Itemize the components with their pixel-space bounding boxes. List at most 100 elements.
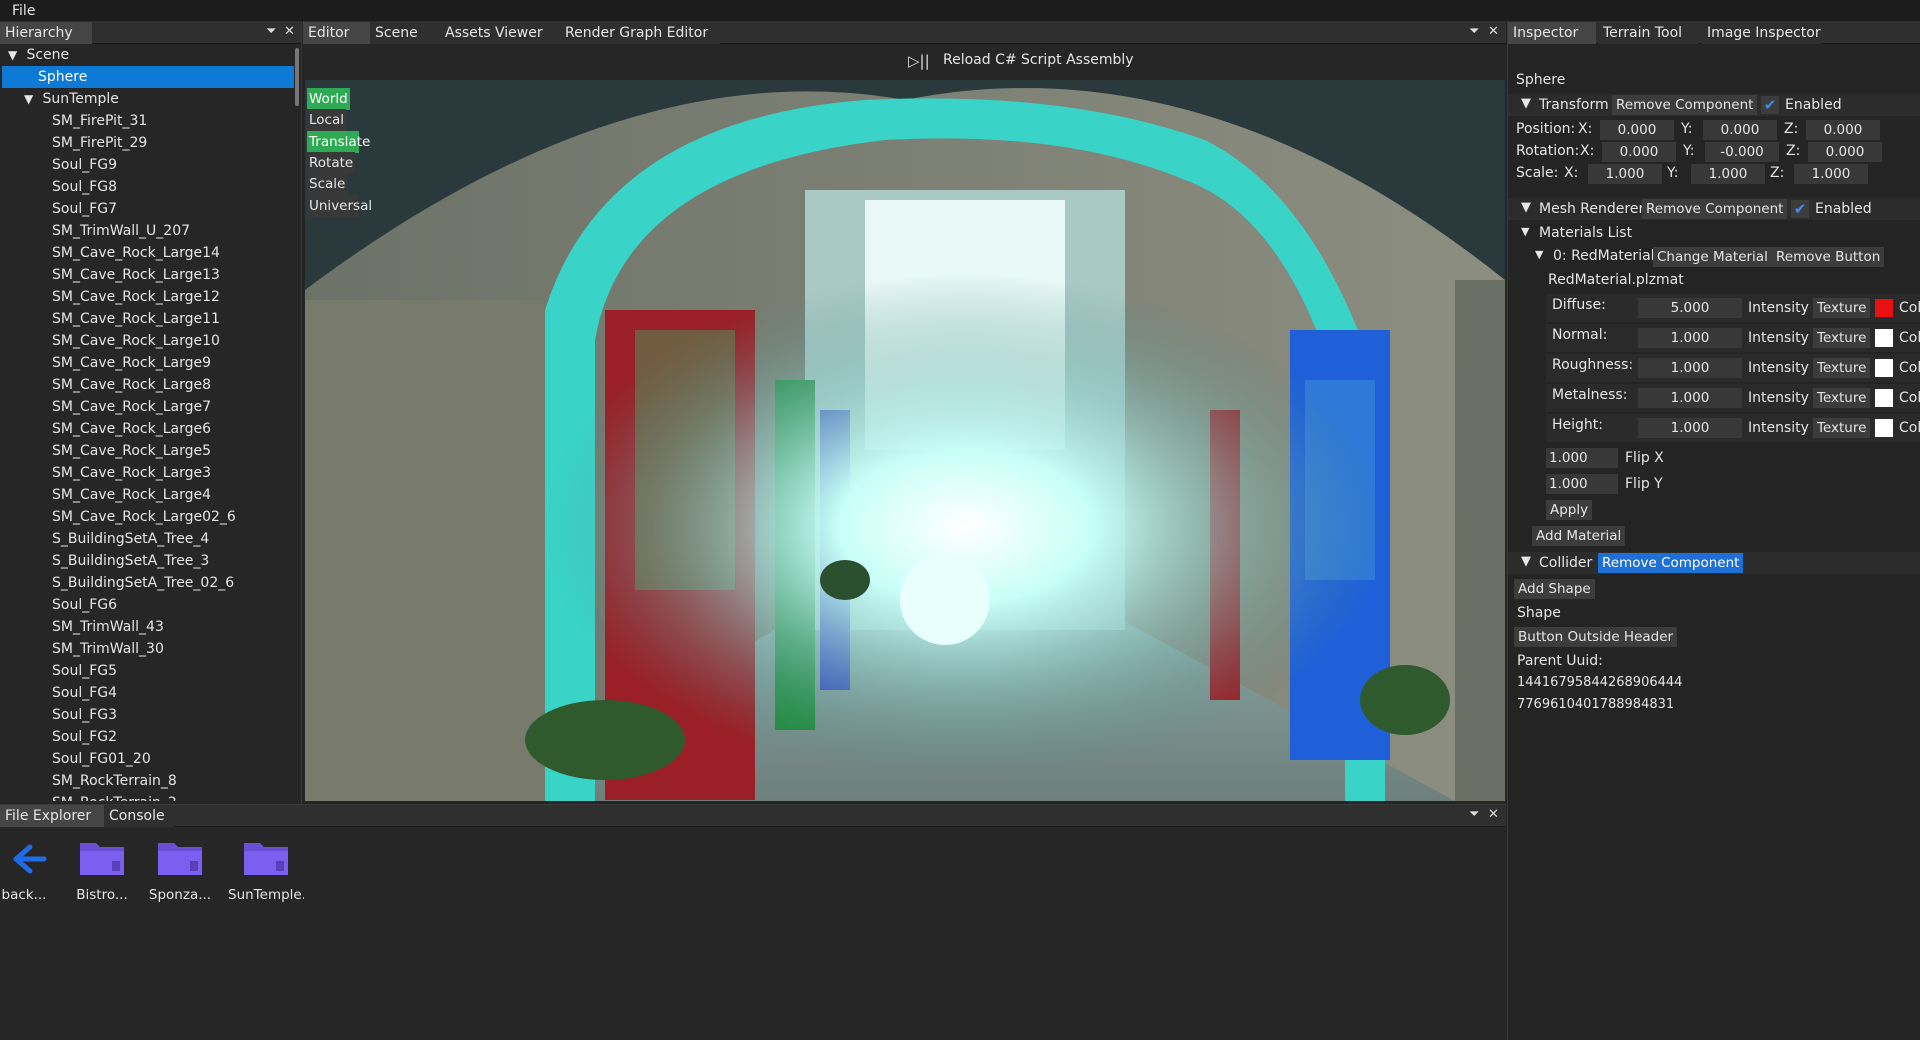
tree-item[interactable]: Soul_FG8 — [2, 176, 294, 198]
tab-inspector[interactable]: Inspector — [1508, 22, 1596, 44]
collapse-icon[interactable]: ▼ — [1521, 225, 1529, 238]
tab-hierarchy[interactable]: Hierarchy — [0, 22, 92, 44]
tree-item[interactable]: SM_Cave_Rock_Large8 — [2, 374, 294, 396]
transform-z-field[interactable]: 0.000 — [1808, 142, 1882, 162]
channel-value-field[interactable]: 1.000 — [1638, 418, 1742, 438]
tool-button-universal[interactable]: Universal — [307, 194, 372, 217]
reload-script-button[interactable]: Reload C# Script Assembly — [943, 52, 1134, 68]
folder-item[interactable]: Bistro... — [64, 839, 140, 903]
transform-remove-component-button[interactable]: Remove Component — [1612, 95, 1758, 115]
tree-item[interactable]: SM_RockTerrain_2 — [2, 792, 294, 801]
tool-button-translate[interactable]: Translate — [307, 130, 370, 153]
transform-y-field[interactable]: 0.000 — [1703, 120, 1777, 140]
tree-item[interactable]: ▼ Scene — [2, 44, 294, 66]
tree-item[interactable]: SM_Cave_Rock_Large13 — [2, 264, 294, 286]
color-swatch[interactable] — [1875, 419, 1893, 437]
collapse-icon[interactable]: ▼ — [1521, 554, 1531, 569]
tab-scene[interactable]: Scene — [370, 22, 440, 44]
menu-file[interactable]: File — [12, 3, 35, 19]
collapse-icon[interactable]: ▼ — [1521, 96, 1531, 111]
transform-x-field[interactable]: 0.000 — [1600, 120, 1674, 140]
folder-item[interactable]: SunTemple. — [228, 839, 304, 903]
add-shape-button[interactable]: Add Shape — [1514, 579, 1595, 599]
transform-x-field[interactable]: 1.000 — [1588, 164, 1662, 184]
add-material-button[interactable]: Add Material — [1532, 526, 1626, 546]
tree-item[interactable]: SM_Cave_Rock_Large10 — [2, 330, 294, 352]
tree-item[interactable]: Soul_FG3 — [2, 704, 294, 726]
close-icon[interactable]: ✕ — [1488, 807, 1505, 822]
transform-enabled-checkbox[interactable]: ✔ — [1761, 96, 1779, 114]
channel-value-field[interactable]: 1.000 — [1638, 328, 1742, 348]
flip-x-field[interactable]: 1.000 — [1546, 448, 1618, 468]
tree-item[interactable]: SM_Cave_Rock_Large5 — [2, 440, 294, 462]
expand-arrow-icon[interactable]: ▼ — [24, 88, 38, 110]
hierarchy-scrollbar[interactable] — [295, 48, 299, 106]
apply-button[interactable]: Apply — [1546, 500, 1593, 520]
close-icon[interactable]: ✕ — [1488, 24, 1505, 39]
channel-value-field[interactable]: 1.000 — [1638, 388, 1742, 408]
tool-button-rotate[interactable]: Rotate — [307, 151, 356, 174]
mesh-remove-component-button[interactable]: Remove Component — [1642, 199, 1788, 219]
tree-item[interactable]: SM_Cave_Rock_Large12 — [2, 286, 294, 308]
texture-button[interactable]: Texture — [1813, 358, 1871, 378]
tree-item[interactable]: Soul_FG2 — [2, 726, 294, 748]
tree-item[interactable]: Soul_FG5 — [2, 660, 294, 682]
tool-button-local[interactable]: Local — [307, 109, 346, 132]
texture-button[interactable]: Texture — [1813, 298, 1871, 318]
collider-remove-component-button[interactable]: Remove Component — [1598, 553, 1744, 573]
close-icon[interactable]: ✕ — [284, 24, 301, 39]
tree-item[interactable]: ▼ SunTemple — [2, 88, 294, 110]
tool-button-world[interactable]: World — [307, 88, 350, 110]
tree-item-selected[interactable]: Sphere — [2, 66, 294, 88]
tab-image-inspector[interactable]: Image Inspector — [1702, 22, 1822, 44]
tree-item[interactable]: SM_RockTerrain_8 — [2, 770, 294, 792]
tree-item[interactable]: Soul_FG4 — [2, 682, 294, 704]
tree-item[interactable]: SM_FirePit_31 — [2, 110, 294, 132]
transform-z-field[interactable]: 0.000 — [1806, 120, 1880, 140]
tab-file-explorer[interactable]: File Explorer — [0, 805, 104, 827]
collapse-icon[interactable]: ▼ — [1521, 200, 1531, 215]
expand-arrow-icon[interactable]: ▼ — [8, 44, 22, 66]
tab-editor[interactable]: Editor — [303, 22, 370, 44]
scene-viewport[interactable] — [305, 80, 1505, 801]
tree-item[interactable]: S_BuildingSetA_Tree_02_6 — [2, 572, 294, 594]
texture-button[interactable]: Texture — [1813, 388, 1871, 408]
back-button[interactable]: back... — [0, 839, 62, 903]
tree-item[interactable]: S_BuildingSetA_Tree_4 — [2, 528, 294, 550]
tree-item[interactable]: SM_TrimWall_U_207 — [2, 220, 294, 242]
tree-item[interactable]: Soul_FG7 — [2, 198, 294, 220]
folder-item[interactable]: Sponza... — [142, 839, 218, 903]
tab-terrain-tool[interactable]: Terrain Tool — [1598, 22, 1698, 44]
tree-item[interactable]: Soul_FG01_20 — [2, 748, 294, 770]
transform-y-field[interactable]: 1.000 — [1691, 164, 1765, 184]
panel-menu-icon[interactable]: ⏷ — [1469, 807, 1485, 822]
change-material-button[interactable]: Change Material — [1653, 247, 1772, 267]
tab-render-graph-editor[interactable]: Render Graph Editor — [560, 22, 720, 44]
tree-item[interactable]: SM_Cave_Rock_Large9 — [2, 352, 294, 374]
play-pause-icon[interactable]: ▷|| — [908, 52, 930, 70]
tree-item[interactable]: Soul_FG9 — [2, 154, 294, 176]
tab-console[interactable]: Console — [104, 805, 174, 827]
button-outside-header[interactable]: Button Outside Header — [1514, 627, 1678, 647]
tab-assets-viewer[interactable]: Assets Viewer — [440, 22, 560, 44]
tree-item[interactable]: SM_FirePit_29 — [2, 132, 294, 154]
color-swatch[interactable] — [1875, 329, 1893, 347]
channel-value-field[interactable]: 1.000 — [1638, 358, 1742, 378]
panel-menu-icon[interactable]: ⏷ — [266, 24, 282, 39]
flip-y-field[interactable]: 1.000 — [1546, 474, 1618, 494]
tree-item[interactable]: SM_Cave_Rock_Large14 — [2, 242, 294, 264]
color-swatch[interactable] — [1875, 389, 1893, 407]
tree-item[interactable]: SM_Cave_Rock_Large02_6 — [2, 506, 294, 528]
tree-item[interactable]: SM_Cave_Rock_Large6 — [2, 418, 294, 440]
tree-item[interactable]: SM_TrimWall_30 — [2, 638, 294, 660]
mesh-enabled-checkbox[interactable]: ✔ — [1791, 200, 1809, 218]
color-swatch[interactable] — [1875, 299, 1893, 317]
tree-item[interactable]: SM_Cave_Rock_Large11 — [2, 308, 294, 330]
color-swatch[interactable] — [1875, 359, 1893, 377]
transform-x-field[interactable]: 0.000 — [1602, 142, 1676, 162]
tree-item[interactable]: SM_Cave_Rock_Large7 — [2, 396, 294, 418]
panel-menu-icon[interactable]: ⏷ — [1469, 24, 1485, 39]
tool-button-scale[interactable]: Scale — [307, 173, 348, 196]
texture-button[interactable]: Texture — [1813, 418, 1871, 438]
tree-item[interactable]: S_BuildingSetA_Tree_3 — [2, 550, 294, 572]
